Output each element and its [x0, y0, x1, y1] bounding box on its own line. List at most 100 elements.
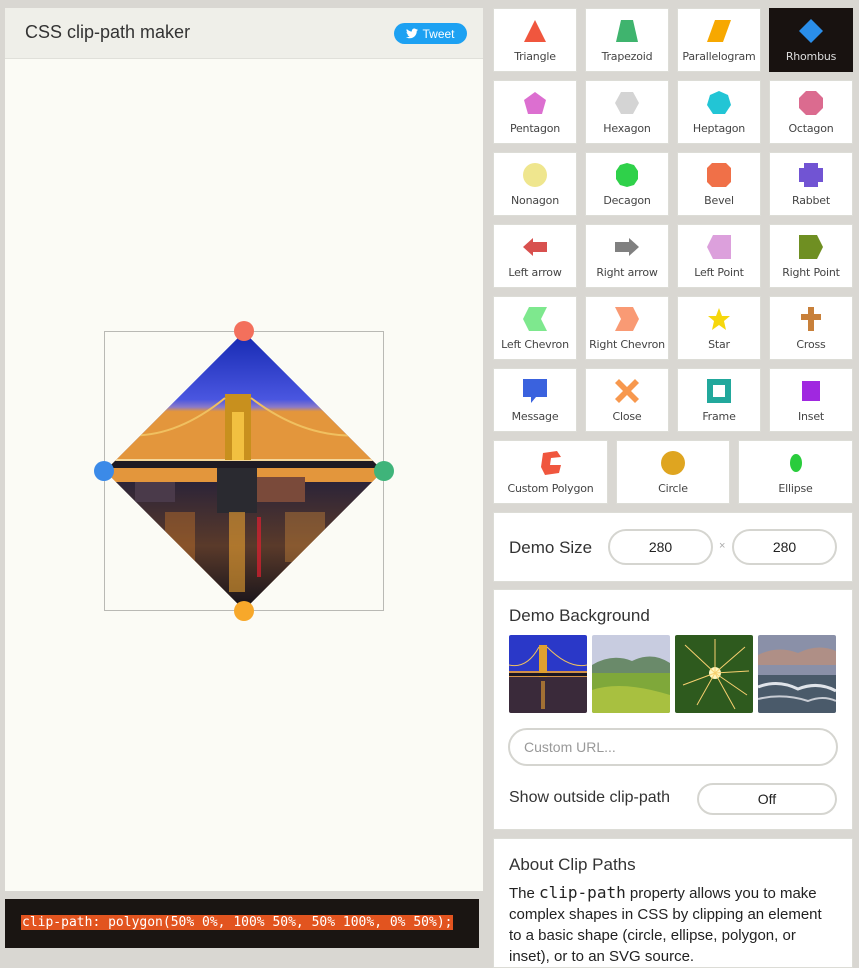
shape-label: Triangle — [514, 50, 556, 63]
shape-button-octagon[interactable]: Octagon — [769, 80, 853, 144]
cross-icon — [799, 307, 823, 331]
shape-button-ellipse[interactable]: Ellipse — [738, 440, 853, 504]
shape-button-star[interactable]: Star — [677, 296, 761, 360]
left-point-icon — [707, 235, 731, 259]
bottom-point-handle[interactable] — [234, 601, 254, 621]
shape-button-nonagon[interactable]: Nonagon — [493, 152, 577, 216]
about-description: The clip-path property allows you to mak… — [509, 882, 838, 967]
demo-height-input[interactable]: 280 — [732, 529, 837, 565]
tweet-button[interactable]: Tweet — [394, 23, 467, 44]
shape-button-left-arrow[interactable]: Left arrow — [493, 224, 577, 288]
shape-label: Hexagon — [603, 122, 651, 135]
heptagon-icon — [707, 91, 731, 115]
left-arrow-icon — [523, 235, 547, 259]
right-chevron-icon — [615, 307, 639, 331]
rabbet-icon — [799, 163, 823, 187]
shape-label: Octagon — [788, 122, 834, 135]
left-chevron-icon — [523, 307, 547, 331]
shape-label: Bevel — [704, 194, 734, 207]
left-point-handle[interactable] — [94, 461, 114, 481]
shape-label: Ellipse — [778, 482, 813, 495]
shape-button-heptagon[interactable]: Heptagon — [677, 80, 761, 144]
header: CSS clip-path maker Tweet — [5, 8, 483, 59]
right-arrow-icon — [615, 235, 639, 259]
demo-size-card: Demo Size 280 × 280 — [493, 512, 853, 582]
bridge-night-thumbnail[interactable] — [509, 635, 587, 713]
demo-bounding-box — [94, 321, 394, 621]
shape-label: Message — [511, 410, 559, 423]
shape-label: Left Point — [694, 266, 744, 279]
green-hills-thumbnail[interactable] — [592, 635, 670, 713]
octagon-icon — [799, 91, 823, 115]
shape-button-frame[interactable]: Frame — [677, 368, 761, 432]
demo-background-card: Demo Background Custom URL... Show outsi… — [493, 589, 853, 830]
rhombus-icon — [799, 19, 823, 43]
shape-button-triangle[interactable]: Triangle — [493, 8, 577, 72]
shape-button-pentagon[interactable]: Pentagon — [493, 80, 577, 144]
shape-label: Parallelogram — [682, 50, 756, 63]
preview-panel: CSS clip-path maker Tweet — [5, 8, 483, 891]
shape-button-hexagon[interactable]: Hexagon — [585, 80, 669, 144]
shape-label: Frame — [702, 410, 736, 423]
shape-button-rhombus[interactable]: Rhombus — [769, 8, 853, 72]
shape-label: Close — [612, 410, 642, 423]
right-point-icon — [799, 235, 823, 259]
shape-label: Cross — [796, 338, 826, 351]
shape-button-parallelogram[interactable]: Parallelogram — [677, 8, 761, 72]
shape-button-right-point[interactable]: Right Point — [769, 224, 853, 288]
shape-label: Heptagon — [692, 122, 746, 135]
ellipse-icon — [784, 451, 808, 475]
parallelogram-icon — [707, 19, 731, 43]
shape-button-rabbet[interactable]: Rabbet — [769, 152, 853, 216]
triangle-icon — [523, 19, 547, 43]
shape-label: Pentagon — [509, 122, 561, 135]
shape-label: Nonagon — [511, 194, 559, 207]
shape-label: Inset — [797, 410, 825, 423]
shape-button-custom-polygon[interactable]: Custom Polygon — [493, 440, 608, 504]
clip-path-code[interactable]: clip-path: polygon(50% 0%, 100% 50%, 50%… — [21, 915, 454, 930]
shape-button-decagon[interactable]: Decagon — [585, 152, 669, 216]
show-outside-toggle[interactable]: Off — [697, 783, 837, 815]
size-separator: × — [719, 540, 726, 552]
star-icon — [707, 307, 731, 331]
sparkler-thumbnail[interactable] — [675, 635, 753, 713]
right-point-handle[interactable] — [374, 461, 394, 481]
about-title: About Clip Paths — [509, 855, 636, 874]
twitter-bird-icon — [406, 28, 419, 39]
shape-label: Rabbet — [792, 194, 830, 207]
bridge-night-photo — [105, 332, 383, 610]
shape-button-close[interactable]: Close — [585, 368, 669, 432]
shape-button-message[interactable]: Message — [493, 368, 577, 432]
shape-button-inset[interactable]: Inset — [769, 368, 853, 432]
tweet-label: Tweet — [422, 26, 455, 41]
shape-button-left-chevron[interactable]: Left Chevron — [493, 296, 577, 360]
shape-button-bevel[interactable]: Bevel — [677, 152, 761, 216]
demo-width-input[interactable]: 280 — [608, 529, 713, 565]
shape-button-trapezoid[interactable]: Trapezoid — [585, 8, 669, 72]
shape-label: Custom Polygon — [507, 482, 594, 495]
top-point-handle[interactable] — [234, 321, 254, 341]
decagon-icon — [615, 163, 639, 187]
inset-icon — [799, 379, 823, 403]
shape-button-circle[interactable]: Circle — [616, 440, 730, 504]
nonagon-icon — [523, 163, 547, 187]
about-card: About Clip Paths The clip-path property … — [493, 838, 853, 968]
code-output-bar: clip-path: polygon(50% 0%, 100% 50%, 50%… — [5, 899, 479, 948]
custom-url-input[interactable]: Custom URL... — [508, 728, 838, 766]
demo-size-label: Demo Size — [509, 538, 593, 557]
shape-button-right-arrow[interactable]: Right arrow — [585, 224, 669, 288]
clipped-demo-image — [105, 332, 383, 610]
custom-polygon-icon — [539, 451, 563, 475]
shape-button-right-chevron[interactable]: Right Chevron — [585, 296, 669, 360]
shape-label: Rhombus — [785, 50, 837, 63]
shape-label: Left Chevron — [501, 338, 569, 351]
show-outside-label: Show outside clip-path — [509, 789, 670, 806]
ocean-waves-thumbnail[interactable] — [758, 635, 836, 713]
bevel-icon — [707, 163, 731, 187]
shape-button-cross[interactable]: Cross — [769, 296, 853, 360]
shape-button-left-point[interactable]: Left Point — [677, 224, 761, 288]
shape-label: Trapezoid — [601, 50, 653, 63]
app-title: CSS clip-path maker — [25, 22, 191, 42]
message-icon — [523, 379, 547, 403]
trapezoid-icon — [615, 19, 639, 43]
